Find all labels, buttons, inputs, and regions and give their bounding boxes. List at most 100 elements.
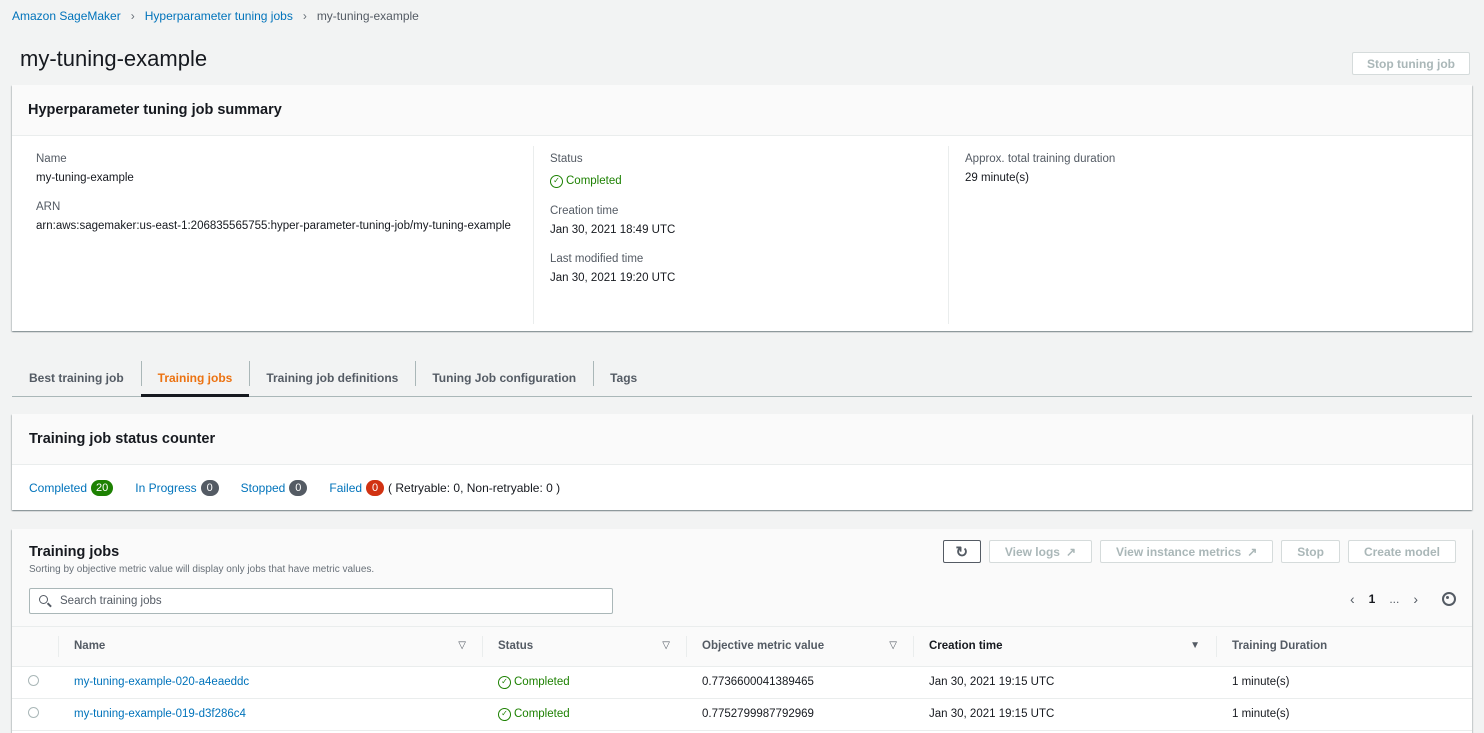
training-jobs-header: Training jobs Sorting by objective metri… xyxy=(12,529,1472,627)
tab-best-training-job[interactable]: Best training job xyxy=(12,359,141,396)
summary-title: Hyperparameter tuning job summary xyxy=(28,102,282,118)
stop-button[interactable]: Stop xyxy=(1281,540,1340,563)
in-progress-link[interactable]: In Progress xyxy=(135,481,196,495)
breadcrumb: Amazon SageMaker › Hyperparameter tuning… xyxy=(12,9,419,23)
name-label: Name xyxy=(36,153,67,165)
stopped-link[interactable]: Stopped xyxy=(241,481,286,495)
create-model-button[interactable]: Create model xyxy=(1347,540,1456,563)
counter-completed: Completed 20 xyxy=(29,479,114,496)
column-header-metric[interactable]: Objective metric value ▽ xyxy=(686,627,913,667)
training-jobs-description: Sorting by objective metric value will d… xyxy=(29,564,375,575)
in-progress-count-badge: 0 xyxy=(200,479,219,496)
cell-status: ✓ Completed xyxy=(482,698,686,731)
counter-in-progress: In Progress 0 xyxy=(135,479,219,496)
refresh-button[interactable]: ↻ xyxy=(942,540,981,563)
modified-time-label: Last modified time xyxy=(550,252,644,265)
column-header-creation-time[interactable]: Creation time ▼ xyxy=(913,627,1216,667)
cell-status: ✓ Completed xyxy=(482,666,686,699)
table-row[interactable]: my-tuning-example-019-d3f286c4 ✓ Complete… xyxy=(12,698,1472,731)
view-instance-metrics-button[interactable]: View instance metrics ↗ xyxy=(1100,540,1274,563)
summary-column-2: Status ✓ Completed Creation time Jan 30,… xyxy=(534,146,949,324)
modified-time-value: Jan 30, 2021 19:20 UTC xyxy=(550,271,676,284)
column-status-label: Status xyxy=(498,640,534,653)
check-circle-icon: ✓ xyxy=(498,675,511,689)
completed-link[interactable]: Completed xyxy=(29,481,87,495)
search-box xyxy=(29,588,613,614)
column-creation-label: Creation time xyxy=(929,640,1003,653)
pagination: ‹ 1 ... › xyxy=(1350,591,1456,607)
failed-link[interactable]: Failed xyxy=(329,481,362,495)
sort-icon: ▽ xyxy=(458,640,466,651)
training-jobs-title: Training jobs xyxy=(29,544,120,560)
cell-name: my-tuning-example-020-a4eaeddc xyxy=(58,666,482,699)
row-radio[interactable] xyxy=(28,707,39,718)
cell-metric: 0.7736600041389465 xyxy=(686,666,913,699)
duration-label: Approx. total training duration xyxy=(965,153,1116,165)
chevron-right-icon: › xyxy=(302,9,307,23)
search-icon xyxy=(38,594,52,608)
completed-count-badge: 20 xyxy=(91,479,114,496)
training-jobs-toolbar: ↻ View logs ↗ View instance metrics ↗ Stop… xyxy=(942,540,1456,563)
summary-column-1: Name my-tuning-example ARN arn:aws:sagem… xyxy=(12,146,534,324)
breadcrumb-current: my-tuning-example xyxy=(316,9,419,23)
page-title: my-tuning-example xyxy=(20,46,208,71)
column-header-duration[interactable]: Training Duration xyxy=(1216,627,1472,667)
status-counter-panel: Training job status counter Completed 20… xyxy=(12,414,1472,510)
stop-tuning-job-button[interactable]: Stop tuning job xyxy=(1352,52,1470,75)
chevron-right-icon[interactable]: › xyxy=(1413,591,1418,607)
tab-training-jobs[interactable]: Training jobs xyxy=(140,359,250,397)
column-duration-label: Training Duration xyxy=(1232,640,1328,653)
chevron-right-icon: › xyxy=(130,9,135,23)
tab-training-job-definitions[interactable]: Training job definitions xyxy=(249,359,415,396)
column-header-status[interactable]: Status ▽ xyxy=(482,627,686,667)
row-select xyxy=(12,698,58,731)
sort-icon: ▽ xyxy=(889,640,897,651)
counter-failed: Failed 0 ( Retryable: 0, Non-retryable: … xyxy=(329,479,561,496)
check-circle-icon: ✓ xyxy=(498,707,511,721)
breadcrumb-sagemaker[interactable]: Amazon SageMaker xyxy=(12,9,121,23)
cell-created: Jan 30, 2021 19:15 UTC xyxy=(913,666,1216,699)
creation-time-value: Jan 30, 2021 18:49 UTC xyxy=(550,223,676,236)
select-column-header xyxy=(12,627,58,667)
view-logs-button[interactable]: View logs ↗ xyxy=(988,540,1093,563)
column-header-name[interactable]: Name ▽ xyxy=(58,627,482,667)
gear-icon[interactable] xyxy=(1442,592,1456,606)
row-select xyxy=(12,666,58,699)
cell-metric: 0.7752799987792969 xyxy=(686,698,913,731)
table-row[interactable]: my-tuning-example-020-a4eaeddc ✓ Complete… xyxy=(12,666,1472,699)
external-link-icon: ↗ xyxy=(1247,544,1258,559)
page-number[interactable]: 1 xyxy=(1369,592,1376,606)
retry-note: ( Retryable: 0, Non-retryable: 0 ) xyxy=(388,480,561,495)
row-radio[interactable] xyxy=(28,675,39,686)
job-name-link[interactable]: my-tuning-example-019-d3f286c4 xyxy=(74,708,246,720)
page-ellipsis: ... xyxy=(1389,592,1400,606)
status-value: ✓ Completed xyxy=(550,174,622,188)
breadcrumb-tuning-jobs[interactable]: Hyperparameter tuning jobs xyxy=(145,9,293,23)
chevron-left-icon[interactable]: ‹ xyxy=(1350,591,1355,607)
view-logs-label: View logs xyxy=(1004,544,1060,559)
arn-label: ARN xyxy=(36,201,61,213)
refresh-icon: ↻ xyxy=(955,543,969,561)
cell-name: my-tuning-example-019-d3f286c4 xyxy=(58,698,482,731)
status-counter-header: Training job status counter xyxy=(12,414,1472,465)
search-input[interactable] xyxy=(60,595,580,607)
duration-value: 29 minute(s) xyxy=(965,172,1029,184)
job-name-link[interactable]: my-tuning-example-020-a4eaeddc xyxy=(74,676,249,688)
status-text: Completed xyxy=(566,175,622,187)
status-label: Status xyxy=(550,153,583,165)
column-name-label: Name xyxy=(74,640,106,653)
summary-header: Hyperparameter tuning job summary xyxy=(12,85,1472,136)
view-metrics-label: View instance metrics xyxy=(1116,544,1242,559)
check-circle-icon: ✓ xyxy=(550,174,563,188)
cell-duration: 1 minute(s) xyxy=(1216,666,1472,699)
status-counter-title: Training job status counter xyxy=(29,431,216,447)
row-status: Completed xyxy=(514,676,570,689)
arn-value: arn:aws:sagemaker:us-east-1:206835565755… xyxy=(36,220,511,232)
tab-tags[interactable]: Tags xyxy=(593,359,654,396)
training-jobs-panel: Training jobs Sorting by objective metri… xyxy=(12,529,1472,733)
creation-time-label: Creation time xyxy=(550,204,619,217)
tab-tuning-job-configuration[interactable]: Tuning Job configuration xyxy=(415,359,593,396)
row-status: Completed xyxy=(514,708,570,721)
external-link-icon: ↗ xyxy=(1065,544,1077,559)
counter-stopped: Stopped 0 xyxy=(241,479,308,496)
